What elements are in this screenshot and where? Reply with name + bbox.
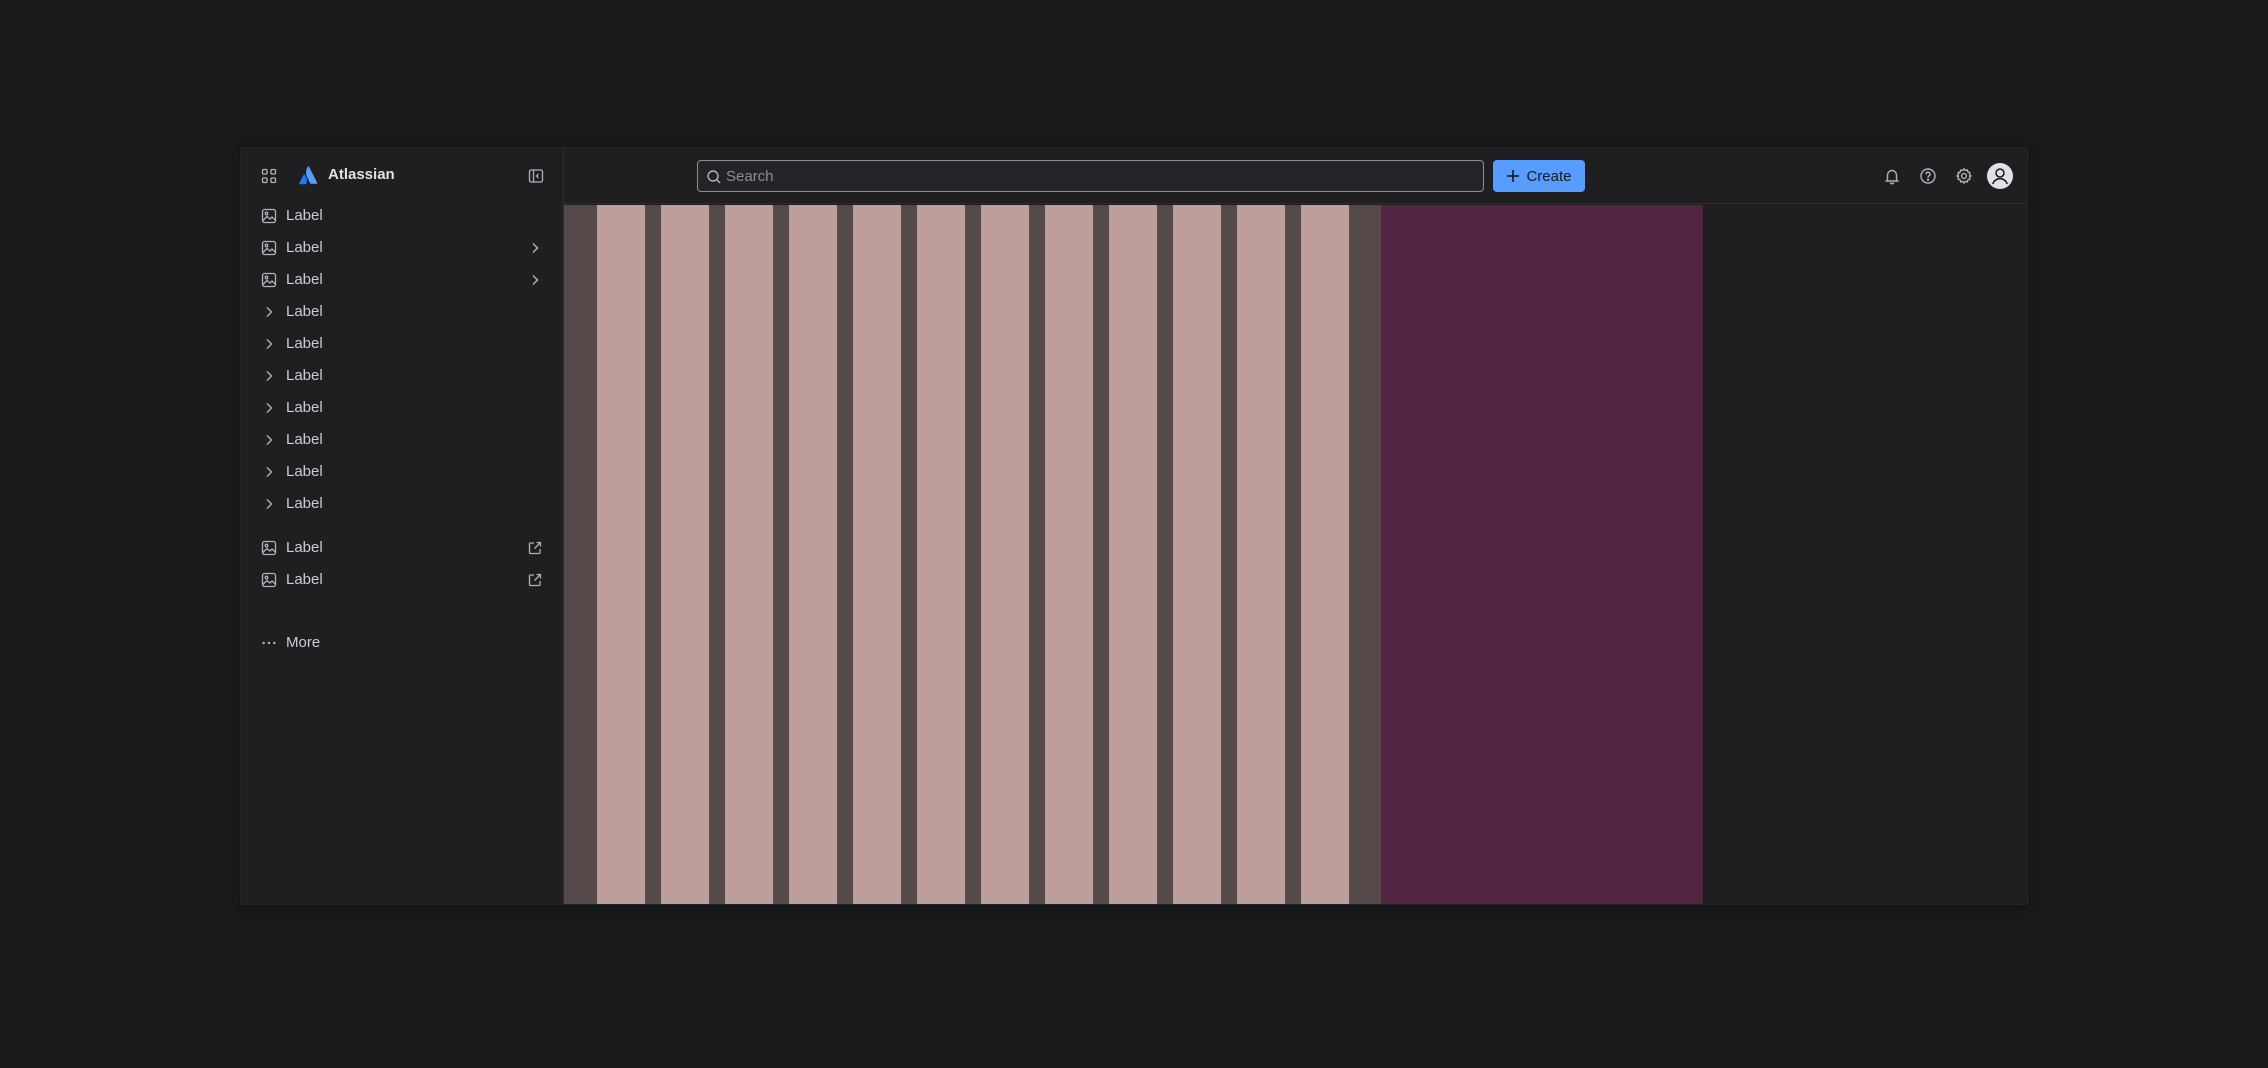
- sidebar-item-label: Label: [286, 463, 323, 480]
- sidebar-item-label: Label: [286, 399, 323, 416]
- image-icon: [261, 540, 277, 556]
- chevron-right-icon[interactable]: [527, 240, 543, 256]
- sidebar: Atlassian Label Label Label Label Label Label…: [241, 148, 564, 904]
- grid-column: [789, 205, 837, 904]
- app-window: Atlassian Label Label Label Label Label Label…: [241, 148, 2027, 904]
- help-button[interactable]: [1914, 162, 1942, 190]
- grid-column: [917, 205, 965, 904]
- chevron-right-icon: [261, 400, 277, 416]
- grid-column: [853, 205, 901, 904]
- chevron-right-icon[interactable]: [527, 272, 543, 288]
- chevron-right-icon: [261, 304, 277, 320]
- sidebar-item[interactable]: Label: [249, 361, 555, 391]
- sidebar-item-label: Label: [286, 303, 323, 320]
- sidebar-item-label: Label: [286, 207, 323, 224]
- sidebar-header: Atlassian: [241, 148, 563, 204]
- grid-column: [661, 205, 709, 904]
- sidebar-item[interactable]: Label: [249, 233, 555, 263]
- grid-column: [1045, 205, 1093, 904]
- grid-column: [1301, 205, 1349, 904]
- sidebar-item[interactable]: Label: [249, 201, 555, 231]
- external-link-icon[interactable]: [527, 572, 543, 588]
- more-dots-icon: [261, 635, 277, 651]
- grid-column: [1109, 205, 1157, 904]
- chevron-right-icon: [261, 464, 277, 480]
- search-input[interactable]: [726, 161, 1466, 191]
- image-icon: [261, 208, 277, 224]
- layout-grid-area: [564, 205, 1381, 904]
- create-button[interactable]: Create: [1493, 160, 1585, 192]
- sidebar-more-button[interactable]: More: [249, 628, 555, 658]
- help-icon: [1919, 167, 1937, 185]
- aside-panel: [1381, 205, 1703, 904]
- notifications-button[interactable]: [1878, 162, 1906, 190]
- sidebar-item[interactable]: Label: [249, 393, 555, 423]
- image-icon: [261, 572, 277, 588]
- sidebar-item-label: Label: [286, 271, 323, 288]
- sidebar-item-label: Label: [286, 571, 323, 588]
- plus-icon: [1506, 169, 1520, 183]
- atlassian-logo-icon[interactable]: [298, 164, 320, 186]
- sidebar-item[interactable]: Label: [249, 565, 555, 595]
- sidebar-item-label: Label: [286, 495, 323, 512]
- notification-bell-icon: [1883, 167, 1901, 185]
- search-icon: [706, 169, 722, 185]
- chevron-right-icon: [261, 496, 277, 512]
- avatar-icon: [1987, 163, 2013, 189]
- grid-column: [1237, 205, 1285, 904]
- app-switcher-button[interactable]: [255, 162, 283, 190]
- top-navigation-bar: Create: [564, 148, 2027, 204]
- sidebar-item[interactable]: Label: [249, 329, 555, 359]
- image-icon: [261, 240, 277, 256]
- main-content: [564, 205, 2027, 904]
- create-label: Create: [1526, 167, 1572, 185]
- collapse-sidebar-button[interactable]: [522, 162, 550, 190]
- avatar[interactable]: [1987, 163, 2013, 189]
- settings-gear-icon: [1955, 167, 1973, 185]
- sidebar-item-label: Label: [286, 335, 323, 352]
- more-label: More: [286, 634, 321, 651]
- sidebar-item-label: Label: [286, 367, 323, 384]
- sidebar-collapse-icon: [528, 168, 544, 184]
- chevron-right-icon: [261, 368, 277, 384]
- sidebar-item[interactable]: Label: [249, 533, 555, 563]
- grid-column: [725, 205, 773, 904]
- sidebar-item-label: Label: [286, 239, 323, 256]
- external-link-icon[interactable]: [527, 540, 543, 556]
- chevron-right-icon: [261, 432, 277, 448]
- brand-name[interactable]: Atlassian: [328, 166, 395, 183]
- grid-column: [1173, 205, 1221, 904]
- sidebar-item-label: Label: [286, 539, 323, 556]
- sidebar-item[interactable]: Label: [249, 457, 555, 487]
- image-icon: [261, 272, 277, 288]
- search-field[interactable]: [697, 160, 1484, 192]
- sidebar-item-label: Label: [286, 431, 323, 448]
- sidebar-item[interactable]: Label: [249, 297, 555, 327]
- settings-button[interactable]: [1950, 162, 1978, 190]
- chevron-right-icon: [261, 336, 277, 352]
- sidebar-item[interactable]: Label: [249, 489, 555, 519]
- sidebar-item[interactable]: Label: [249, 265, 555, 295]
- grid-column: [981, 205, 1029, 904]
- app-switcher-icon: [261, 168, 277, 184]
- sidebar-item[interactable]: Label: [249, 425, 555, 455]
- grid-column: [597, 205, 645, 904]
